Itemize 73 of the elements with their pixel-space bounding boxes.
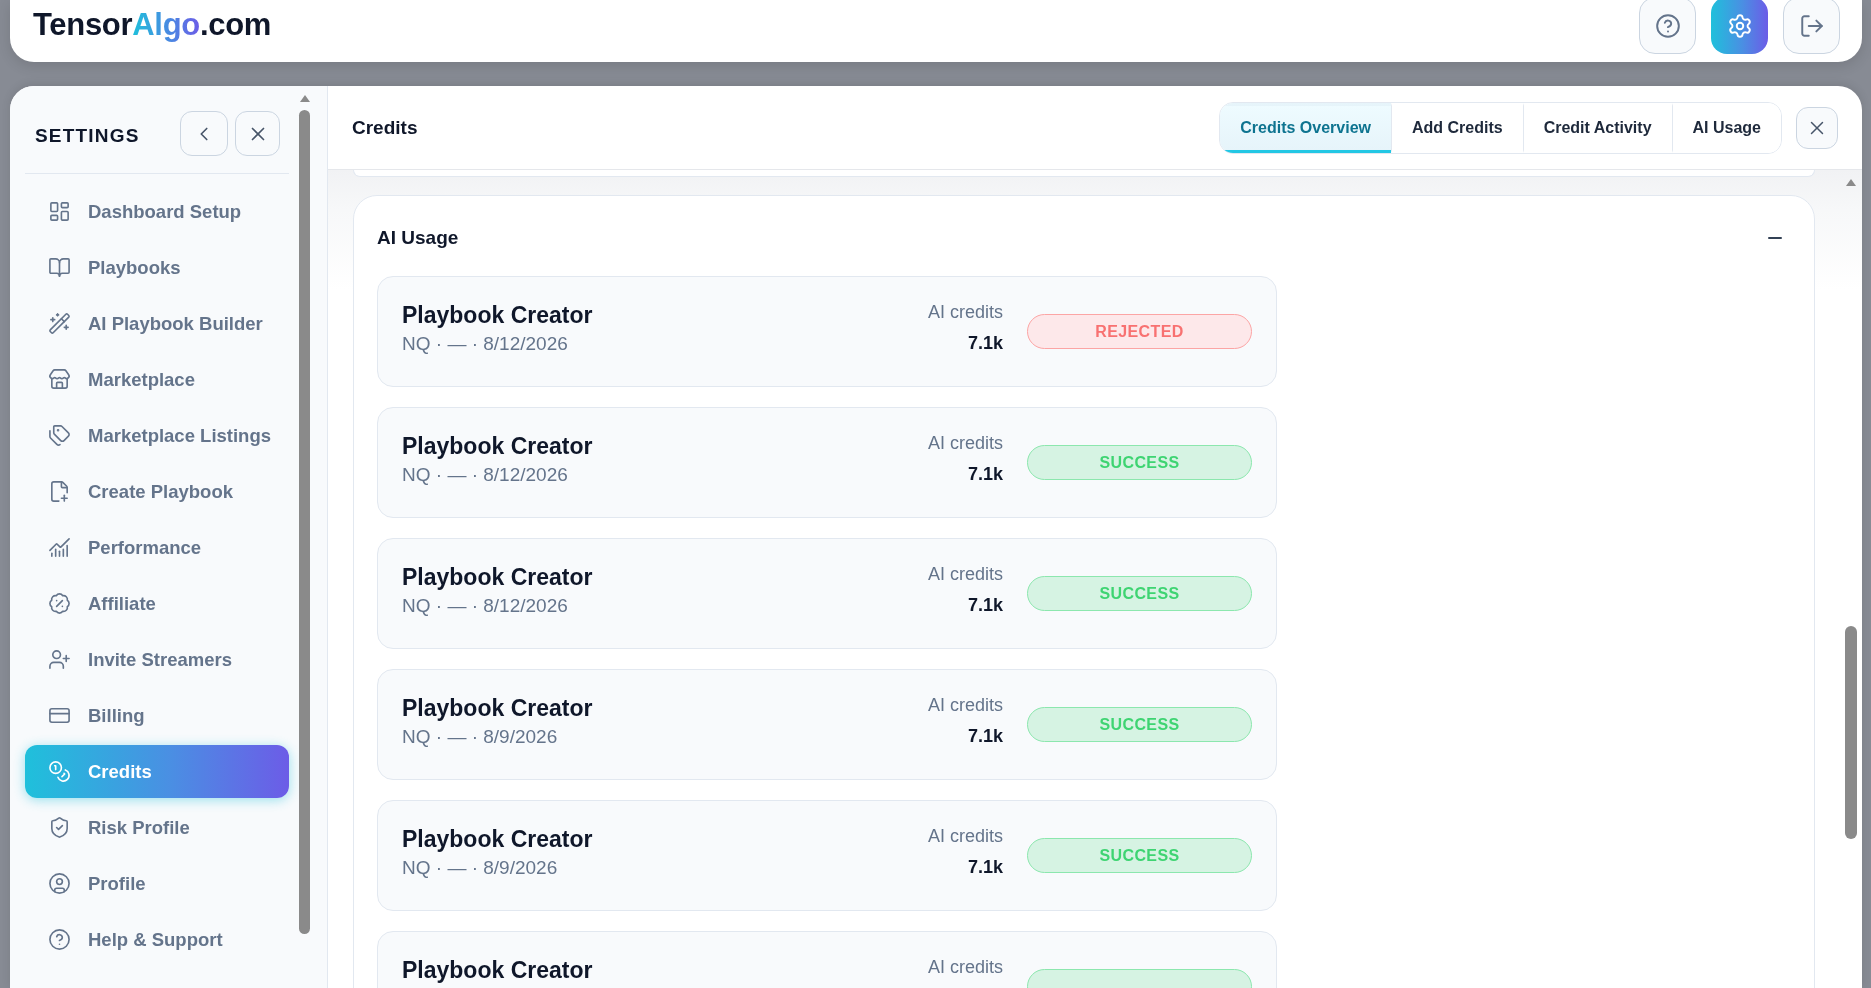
tab[interactable]: AI Usage xyxy=(1671,102,1781,153)
settings-button[interactable] xyxy=(1711,0,1768,54)
credits-label: AI credits xyxy=(927,694,1003,716)
sidebar-item[interactable]: Invite Streamers xyxy=(25,633,289,686)
row-title: Playbook Creator xyxy=(402,433,594,460)
store-icon xyxy=(48,368,71,391)
minus-icon xyxy=(1768,237,1782,239)
status-badge: SUCCESS xyxy=(1027,707,1252,742)
wand-icon xyxy=(48,312,71,335)
credits-label: AI credits xyxy=(927,432,1003,454)
logo: TensorAlgo.com xyxy=(33,6,272,44)
row-title: Playbook Creator xyxy=(402,695,594,722)
sidebar-item[interactable]: Help & Support xyxy=(25,913,289,966)
status-badge: REJECTED xyxy=(1027,314,1252,349)
book-icon xyxy=(48,256,71,279)
status-badge: SUCCESS xyxy=(1027,838,1252,873)
sidebar-item[interactable]: Dashboard Setup xyxy=(25,185,289,238)
help-icon xyxy=(1654,12,1681,39)
row-meta: NQ · — · 8/9/2026 xyxy=(402,856,559,880)
scroll-up-icon[interactable] xyxy=(299,95,310,102)
sidebar-item[interactable]: Playbooks xyxy=(25,241,289,294)
row-title: Playbook Creator xyxy=(402,957,594,984)
row-title: Playbook Creator xyxy=(402,564,594,591)
section-title: AI Usage xyxy=(377,226,459,250)
scrollbar-thumb[interactable] xyxy=(299,110,310,934)
credits-label: AI credits xyxy=(927,563,1003,585)
sidebar-item[interactable]: Marketplace Listings xyxy=(25,409,289,462)
row-meta: NQ · — · 8/12/2026 xyxy=(402,463,569,487)
sidebar-item[interactable]: Create Playbook xyxy=(25,465,289,518)
file-plus-icon xyxy=(48,480,71,503)
coins-icon xyxy=(48,760,71,783)
credits-value: 7.1k xyxy=(967,332,1003,354)
logout-button[interactable] xyxy=(1783,0,1840,54)
sidebar-item[interactable]: Affiliate xyxy=(25,577,289,630)
sidebar-item[interactable]: AI Playbook Builder xyxy=(25,297,289,350)
row-title: Playbook Creator xyxy=(402,826,594,853)
user-circle-icon xyxy=(48,872,71,895)
credits-value: 7.1k xyxy=(967,856,1003,878)
page-title: Credits xyxy=(352,116,418,139)
credits-value: 7.1k xyxy=(967,725,1003,747)
credits-value: 7.1k xyxy=(967,594,1003,616)
scrollbar-thumb[interactable] xyxy=(1845,626,1857,839)
user-plus-icon xyxy=(48,648,71,671)
credits-label: AI credits xyxy=(927,825,1003,847)
sidebar-title: SETTINGS xyxy=(35,124,140,147)
logout-icon xyxy=(1798,12,1825,39)
percent-badge-icon xyxy=(48,592,71,615)
settings-icon xyxy=(1726,12,1753,39)
sidebar-item[interactable]: Performance xyxy=(25,521,289,574)
sidebar-item[interactable]: Profile xyxy=(25,857,289,910)
shield-check-icon xyxy=(48,816,71,839)
sidebar-item[interactable]: Marketplace xyxy=(25,353,289,406)
tab[interactable]: Credits Overview xyxy=(1220,102,1391,153)
row-title: Playbook Creator xyxy=(402,302,594,329)
credits-label: AI credits xyxy=(927,956,1003,978)
grid-icon xyxy=(48,200,71,223)
sidebar-item[interactable]: Billing xyxy=(25,689,289,742)
row-meta: NQ · — · 8/12/2026 xyxy=(402,332,569,356)
sidebar-item[interactable]: Credits xyxy=(25,745,289,798)
chart-icon xyxy=(48,536,71,559)
credits-label: AI credits xyxy=(927,301,1003,323)
help-button[interactable] xyxy=(1639,0,1696,54)
help-icon xyxy=(48,928,71,951)
close-button[interactable] xyxy=(1796,106,1838,149)
sidebar-item[interactable]: Risk Profile xyxy=(25,801,289,854)
credits-value: 7.1k xyxy=(967,463,1003,485)
close-button[interactable] xyxy=(235,111,280,156)
status-badge: SUCCESS xyxy=(1027,576,1252,611)
tag-icon xyxy=(48,424,71,447)
row-meta: NQ · — · 8/9/2026 xyxy=(402,725,559,749)
status-badge: SUCCESS xyxy=(1027,445,1252,480)
scroll-up-icon[interactable] xyxy=(1846,179,1856,186)
row-meta: NQ · — · 8/12/2026 xyxy=(402,594,569,618)
